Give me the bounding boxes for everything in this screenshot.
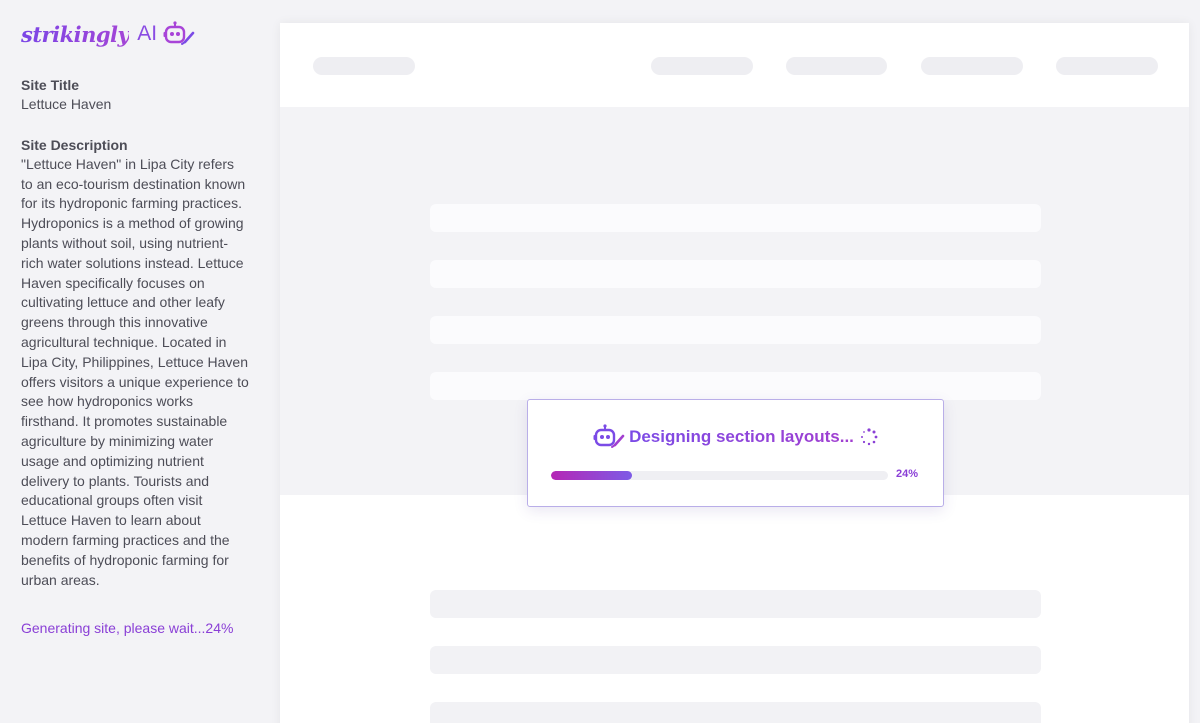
brand-logo: strikingly AI — [21, 20, 262, 48]
skeleton-line — [430, 372, 1041, 400]
site-title-value: Lettuce Haven — [21, 96, 112, 112]
skeleton-line — [430, 260, 1041, 288]
progress-dialog: Designing section layouts... 24% — [527, 399, 944, 507]
progress-bar-fill — [551, 471, 632, 480]
site-description-value: "Lettuce Haven" in Lipa City refers to a… — [21, 155, 249, 588]
progress-dialog-title: Designing section layouts... — [629, 427, 854, 446]
skeleton-nav-item — [651, 57, 753, 75]
skeleton-line — [430, 316, 1041, 344]
brand-wordmark: strikingly — [21, 21, 130, 47]
sidebar: strikingly AI Site Title Lettuce Haven S… — [0, 0, 262, 723]
skeleton-line — [430, 590, 1041, 618]
progress-bar — [551, 471, 888, 480]
progress-dialog-header: Designing section layouts... — [528, 424, 943, 450]
skeleton-line — [430, 702, 1041, 723]
skeleton-nav-item — [786, 57, 887, 75]
generation-status: Generating site, please wait...24% — [21, 620, 234, 637]
site-description-label: Site Description — [21, 136, 128, 153]
robot-pencil-icon — [593, 424, 625, 448]
skeleton-nav-item — [1056, 57, 1158, 75]
preview-nav-skeleton — [280, 23, 1189, 107]
loading-spinner-icon — [860, 428, 878, 446]
site-title-label: Site Title — [21, 77, 80, 93]
skeleton-line — [430, 204, 1041, 232]
progress-percent: 24% — [896, 468, 919, 480]
skeleton-line — [430, 646, 1041, 674]
skeleton-logo — [313, 57, 415, 75]
skeleton-nav-item — [921, 57, 1023, 75]
brand-ai-label: AI — [137, 22, 158, 45]
robot-pencil-icon — [163, 21, 195, 45]
site-preview — [280, 23, 1189, 723]
app-root: strikingly AI Site Title Lettuce Haven S… — [0, 0, 1200, 723]
